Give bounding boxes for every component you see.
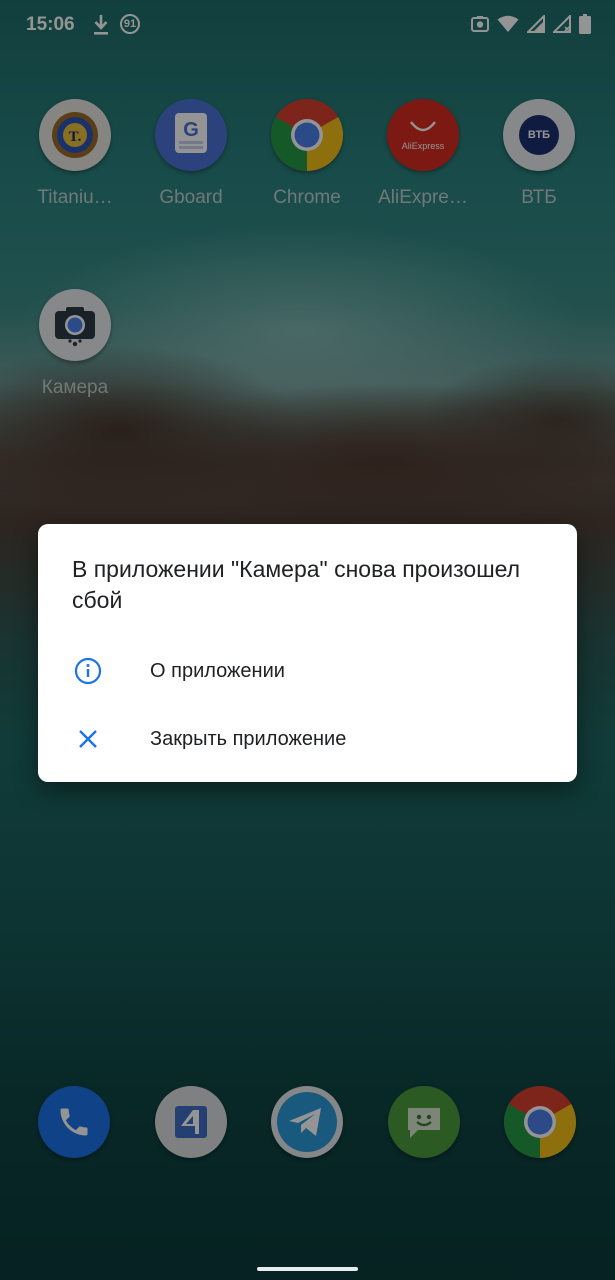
close-app-button[interactable]: Закрыть приложение bbox=[38, 707, 577, 771]
dialog-title: В приложении "Камера" снова произошел сб… bbox=[72, 556, 521, 613]
app-crash-dialog: В приложении "Камера" снова произошел сб… bbox=[38, 524, 577, 782]
gesture-nav-handle[interactable] bbox=[257, 1267, 358, 1271]
info-icon bbox=[74, 657, 102, 685]
app-info-button[interactable]: О приложении bbox=[38, 639, 577, 703]
close-app-label: Закрыть приложение bbox=[150, 727, 347, 750]
close-icon bbox=[79, 730, 97, 748]
app-info-label: О приложении bbox=[150, 659, 285, 682]
